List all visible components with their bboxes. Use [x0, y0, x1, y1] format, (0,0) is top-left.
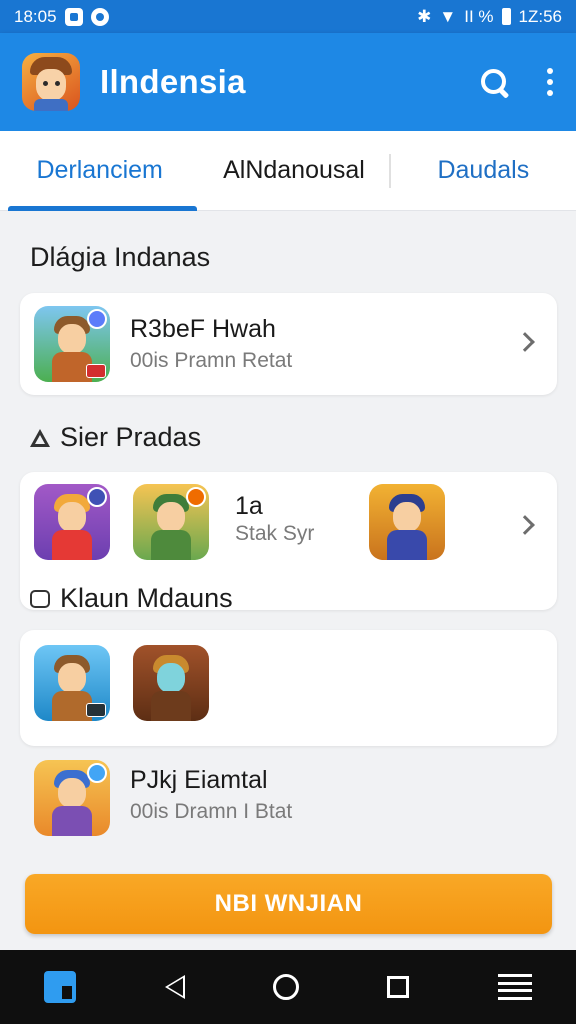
section-title-text: Dlágia Indanas	[30, 242, 211, 272]
section-title-text: Klaun Mdauns	[60, 583, 233, 613]
tab-alndanousal[interactable]: AlNdanousal	[199, 131, 388, 211]
chevron-right-icon[interactable]	[515, 515, 535, 535]
app-shortcut-icon[interactable]	[44, 971, 77, 1003]
notification-app-icon	[64, 7, 83, 26]
game-thumbnail-icon[interactable]	[133, 645, 209, 721]
app-logo-icon[interactable]	[22, 53, 80, 111]
game-thumbnail-icon	[34, 760, 110, 836]
search-icon[interactable]	[478, 66, 510, 98]
primary-action-button[interactable]: NBI WNJIAN	[25, 874, 552, 934]
more-vert-icon[interactable]	[546, 68, 554, 96]
chevron-right-icon	[515, 332, 535, 352]
bag-icon	[30, 589, 50, 608]
featured-item-title: R3beF Hwah	[130, 315, 276, 343]
featured-item-subtitle: 00is Pramn Retat	[130, 349, 293, 372]
wifi-icon: ▼	[439, 6, 457, 26]
warning-icon	[30, 428, 50, 447]
back-icon[interactable]	[164, 975, 185, 999]
app-bar: Ilndensia	[0, 33, 576, 131]
battery-text: 1Z:56	[518, 6, 562, 26]
tab-daudals[interactable]: Daudals	[391, 131, 576, 211]
row-item-title: 1a	[235, 492, 263, 520]
game-thumbnail-icon	[34, 306, 110, 382]
bluetooth-icon: ✱	[417, 6, 432, 26]
status-bar: 18:05 ✱ ▼ ΙΙ % 1Z:56	[0, 0, 576, 33]
section-title-third: Klaun Mdauns	[30, 583, 233, 614]
notification-shield-icon	[90, 7, 109, 26]
section-title-first: Dlágia Indanas	[30, 242, 210, 273]
featured-item-card[interactable]: R3beF Hwah 00is Pramn Retat	[20, 293, 557, 395]
section-title-text: Sier Pradas	[60, 422, 202, 452]
home-icon[interactable]	[272, 974, 299, 1000]
list-item-subtitle: 00is Dramn I Btat	[130, 800, 293, 823]
list-item-title: PJkj Eiamtal	[130, 766, 268, 794]
battery-icon	[501, 8, 511, 25]
game-thumbnail-icon[interactable]	[133, 484, 209, 560]
app-title: Ilndensia	[100, 63, 246, 100]
menu-icon[interactable]	[497, 974, 532, 1000]
tab-derlanciem[interactable]: Derlanciem	[0, 131, 199, 211]
recents-icon[interactable]	[387, 976, 410, 998]
list-item-card[interactable]: PJkj Eiamtal 00is Dramn I Btat	[20, 752, 557, 852]
game-thumbnail-icon[interactable]	[34, 645, 110, 721]
row-item-subtitle: Stak Syr	[235, 522, 315, 545]
section-title-second: Sier Pradas	[30, 422, 201, 453]
system-nav-bar	[0, 950, 576, 1024]
tab-bar: Derlanciem AlNdanousal Daudals	[0, 131, 576, 211]
game-thumbnail-icon[interactable]	[34, 484, 110, 560]
signal-text: ΙΙ %	[464, 6, 494, 26]
games-grid-card	[20, 630, 557, 746]
game-thumbnail-icon[interactable]	[369, 484, 445, 560]
status-time: 18:05	[14, 6, 57, 26]
